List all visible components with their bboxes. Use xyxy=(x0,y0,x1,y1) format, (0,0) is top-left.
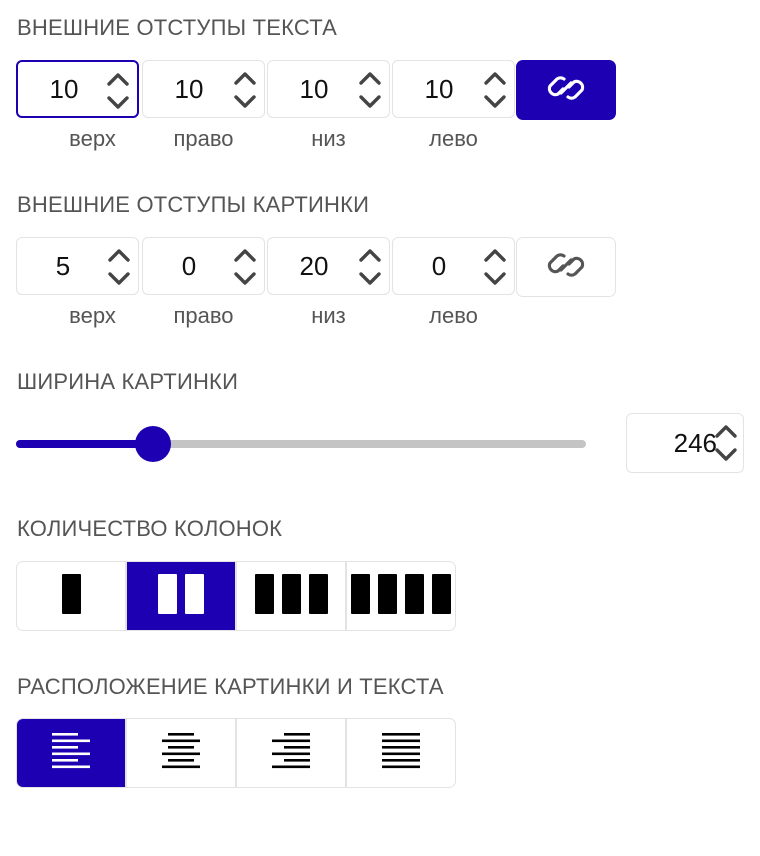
image-margin-left-value[interactable]: 0 xyxy=(393,238,485,294)
text-margin-right-label: право xyxy=(173,126,234,151)
image-width-slider-thumb[interactable] xyxy=(135,426,171,462)
text-margin-top-field[interactable]: 10 xyxy=(16,60,139,118)
image-margin-left-field[interactable]: 0 xyxy=(392,237,515,295)
spin-arrows-icon[interactable] xyxy=(357,244,383,290)
text-margin-bottom-field[interactable]: 10 xyxy=(267,60,390,118)
text-margin-top-label: верх xyxy=(69,126,116,151)
text-margin-bottom-value[interactable]: 10 xyxy=(268,61,360,117)
text-margin-left-label: лево xyxy=(429,126,478,151)
image-margin-top-field[interactable]: 5 xyxy=(16,237,139,295)
spin-arrows-icon[interactable] xyxy=(106,244,132,290)
image-margin-right-label: право xyxy=(173,303,234,328)
align-left-icon xyxy=(52,732,90,774)
text-margin-left-field[interactable]: 10 xyxy=(392,60,515,118)
image-margin-bottom-label: низ xyxy=(311,303,346,328)
align-justify-button[interactable] xyxy=(347,719,455,787)
text-margin-bottom-label: низ xyxy=(311,126,346,151)
align-center-icon xyxy=(162,732,200,774)
align-center-button[interactable] xyxy=(127,719,237,787)
spin-arrows-icon[interactable] xyxy=(482,244,508,290)
image-margin-top-label: верх xyxy=(69,303,116,328)
two-columns-icon xyxy=(158,573,204,619)
columns-title: КОЛИЧЕСТВО КОЛОНОК xyxy=(17,516,283,541)
text-margin-right-value[interactable]: 10 xyxy=(143,61,235,117)
image-width-value[interactable]: 246 xyxy=(627,414,717,472)
image-margin-bottom-value[interactable]: 20 xyxy=(268,238,360,294)
spin-arrows-icon[interactable] xyxy=(232,67,258,113)
columns-3-button[interactable] xyxy=(237,562,347,630)
three-columns-icon xyxy=(254,573,328,619)
align-right-icon xyxy=(272,732,310,774)
image-width-slider-fill xyxy=(16,440,153,448)
spin-arrows-icon[interactable] xyxy=(713,420,739,466)
alignment-title: РАСПОЛОЖЕНИЕ КАРТИНКИ И ТЕКСТА xyxy=(17,674,444,699)
text-margin-top-value[interactable]: 10 xyxy=(18,62,110,116)
link-icon xyxy=(544,245,588,290)
spin-arrows-icon[interactable] xyxy=(232,244,258,290)
text-margins-title: ВНЕШНИЕ ОТСТУПЫ ТЕКСТА xyxy=(17,15,338,40)
four-columns-icon xyxy=(351,573,451,619)
align-left-button[interactable] xyxy=(17,719,127,787)
spin-arrows-icon[interactable] xyxy=(482,67,508,113)
align-justify-icon xyxy=(382,732,420,774)
align-right-button[interactable] xyxy=(237,719,347,787)
image-margin-top-value[interactable]: 5 xyxy=(17,238,109,294)
spin-arrows-icon[interactable] xyxy=(357,67,383,113)
image-width-title: ШИРИНА КАРТИНКИ xyxy=(17,369,239,394)
text-margin-left-value[interactable]: 10 xyxy=(393,61,485,117)
image-margin-bottom-field[interactable]: 20 xyxy=(267,237,390,295)
spin-arrows-icon[interactable] xyxy=(105,68,131,114)
image-margin-left-label: лево xyxy=(429,303,478,328)
image-margin-right-field[interactable]: 0 xyxy=(142,237,265,295)
columns-2-button[interactable] xyxy=(127,562,237,630)
alignment-toggle-group xyxy=(16,718,456,788)
columns-1-button[interactable] xyxy=(17,562,127,630)
text-margins-group: 10 10 10 10 xyxy=(16,60,616,120)
image-width-field[interactable]: 246 xyxy=(626,413,744,473)
image-width-slider[interactable] xyxy=(16,426,586,462)
one-column-icon xyxy=(61,573,81,619)
link-icon xyxy=(544,68,588,113)
columns-4-button[interactable] xyxy=(347,562,455,630)
image-margins-link-button[interactable] xyxy=(516,237,616,297)
text-margin-right-field[interactable]: 10 xyxy=(142,60,265,118)
image-margin-right-value[interactable]: 0 xyxy=(143,238,235,294)
text-margins-link-button[interactable] xyxy=(516,60,616,120)
image-margins-title: ВНЕШНИЕ ОТСТУПЫ КАРТИНКИ xyxy=(17,192,370,217)
image-margins-group: 5 0 20 0 xyxy=(16,237,616,297)
columns-toggle-group xyxy=(16,561,456,631)
